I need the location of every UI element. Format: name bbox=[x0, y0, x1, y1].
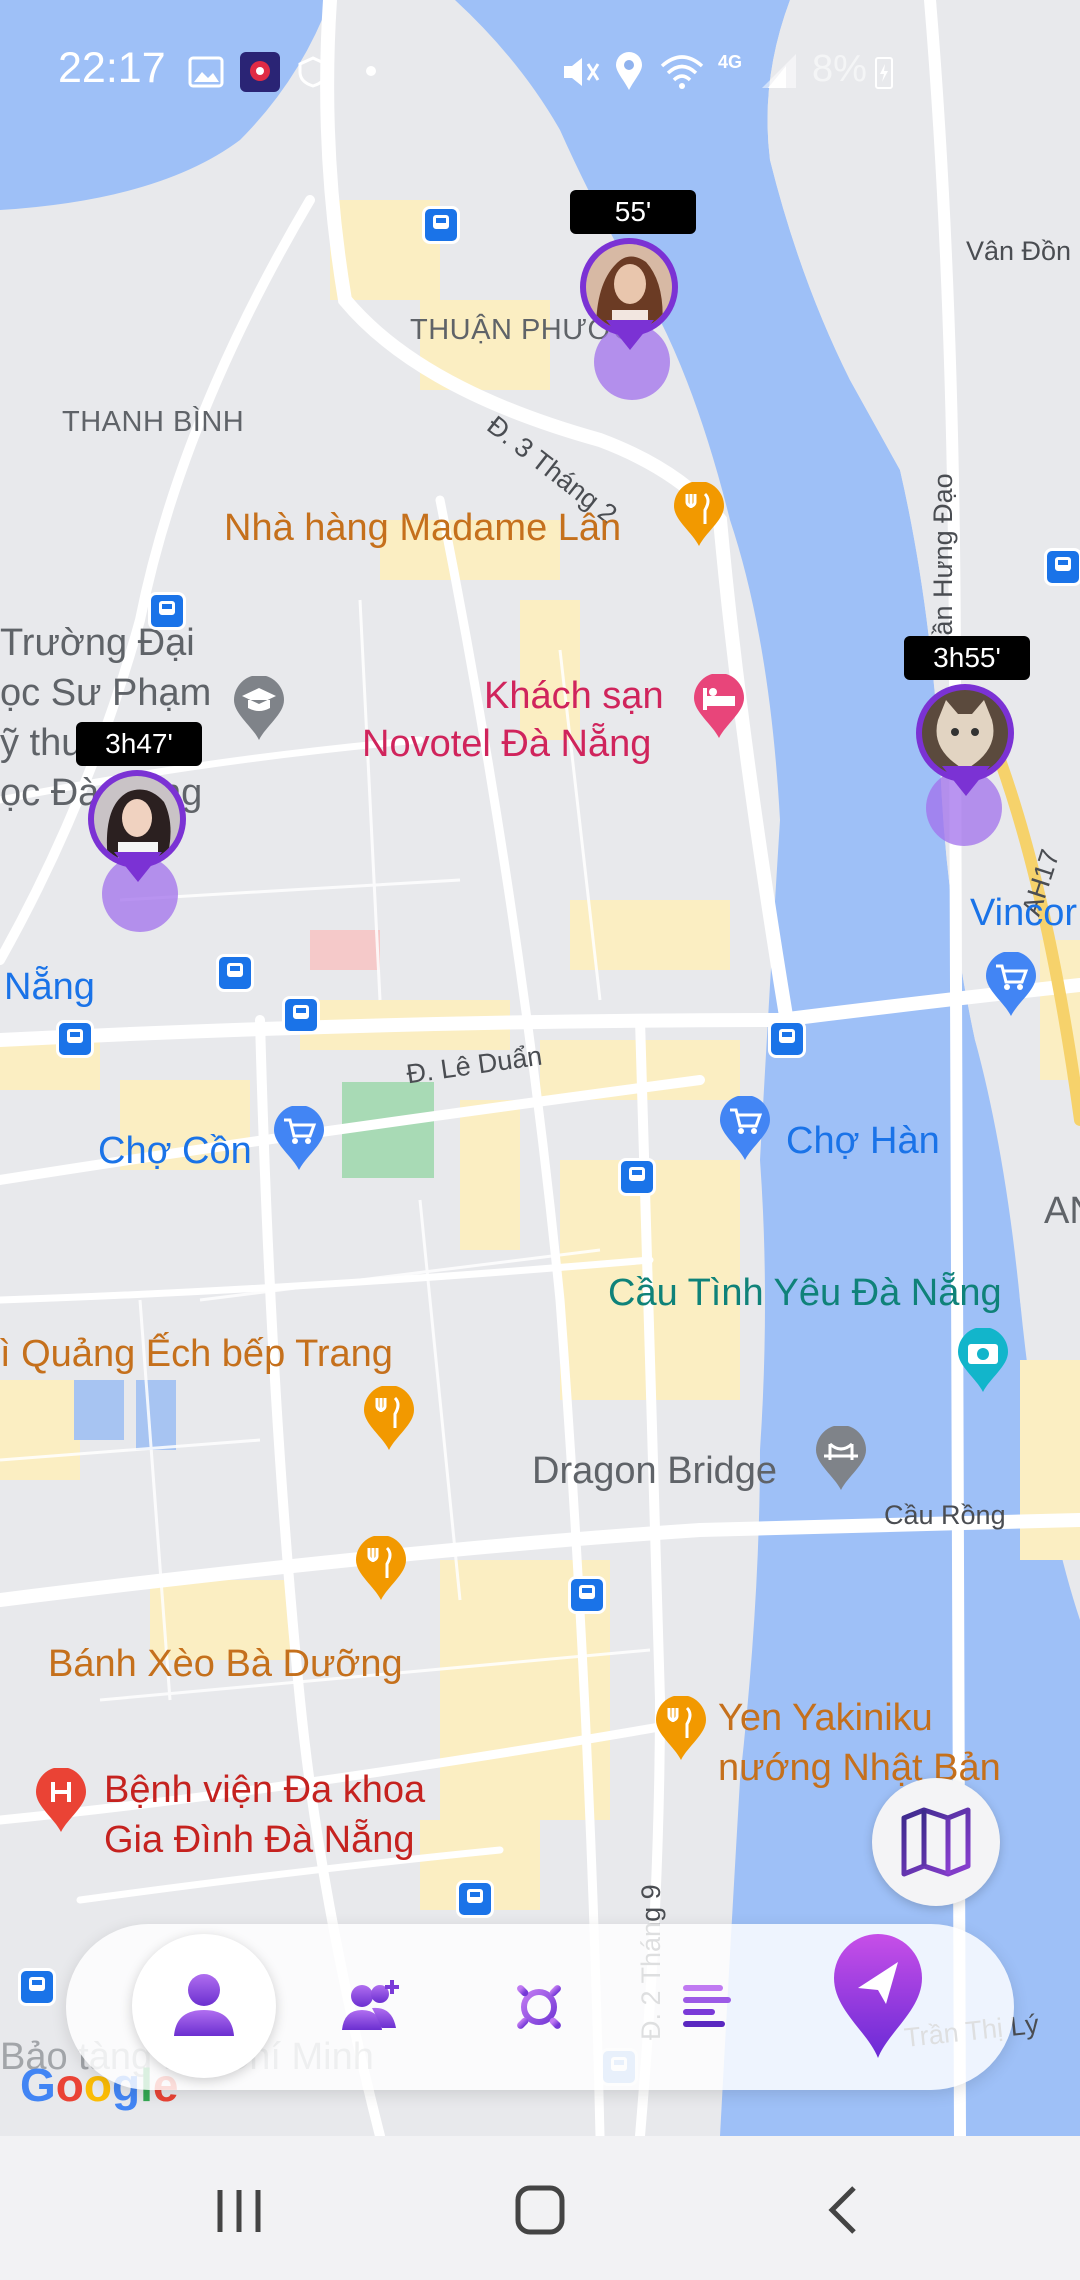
bus-stop-icon[interactable] bbox=[56, 1020, 94, 1058]
restaurant-pin-icon-mi-quang[interactable] bbox=[362, 1386, 416, 1452]
bus-stop-icon[interactable] bbox=[618, 1158, 656, 1196]
bus-stop-icon[interactable] bbox=[282, 996, 320, 1034]
user-avatar-image bbox=[922, 690, 1008, 776]
poi-label-yakiniku-line1[interactable]: Yen Yakiniku bbox=[718, 1694, 933, 1742]
poi-label-mi-quang[interactable]: ì Quảng Ếch bếp Trang bbox=[0, 1330, 393, 1378]
bus-stop-icon[interactable] bbox=[568, 1576, 606, 1614]
notification-dot-icon bbox=[366, 66, 376, 76]
poi-label-cho-con[interactable]: Chợ Cồn bbox=[98, 1130, 252, 1173]
place-label-am-partial: AN bbox=[1044, 1190, 1080, 1232]
user-avatar-pin bbox=[916, 684, 1014, 796]
user-avatar-pin bbox=[580, 238, 678, 350]
profile-button[interactable] bbox=[132, 1934, 276, 2078]
poi-label-novotel-line1[interactable]: Khách sạn bbox=[484, 672, 664, 720]
bus-stop-icon[interactable] bbox=[768, 1020, 806, 1058]
road-label-tran-hung-dao: Trần Hưng Đạo bbox=[928, 473, 958, 660]
bus-stop-icon[interactable] bbox=[148, 592, 186, 630]
user-avatar-image bbox=[586, 244, 672, 330]
signal-icon bbox=[762, 54, 796, 88]
user-avatar-pin bbox=[88, 770, 186, 882]
menu-icon[interactable] bbox=[682, 1982, 732, 2030]
profile-icon bbox=[174, 1974, 234, 2036]
poi-label-university-line2[interactable]: ọc Sư Phạm bbox=[0, 672, 211, 715]
add-friend-icon[interactable] bbox=[342, 1978, 402, 2034]
battery-text: 8% bbox=[812, 48, 867, 90]
poi-label-cau-tinh-yeu[interactable]: Cầu Tình Yêu Đà Nẵng bbox=[608, 1272, 1002, 1315]
restaurant-pin-icon[interactable] bbox=[672, 482, 726, 548]
network-type-label: 4G bbox=[718, 52, 743, 72]
area-label-thanh-binh: THANH BÌNH bbox=[62, 406, 245, 438]
wifi-icon bbox=[660, 55, 704, 89]
poi-label-hospital-line2[interactable]: Gia Đình Đà Nẵng bbox=[104, 1816, 415, 1864]
shopping-pin-icon-cho-han[interactable] bbox=[718, 1096, 772, 1162]
recent-apps-icon[interactable] bbox=[212, 2186, 266, 2236]
poi-label-vincom-partial[interactable]: Vincor bbox=[970, 892, 1077, 935]
road-label-cau-rong: Cầu Rồng bbox=[884, 1500, 1006, 1530]
user-time-label: 55' bbox=[570, 190, 696, 234]
map-toggle-button[interactable] bbox=[872, 1778, 1000, 1906]
restaurant-pin-icon-yakiniku[interactable] bbox=[654, 1696, 708, 1762]
hotel-pin-icon[interactable] bbox=[692, 674, 746, 740]
poi-label-dragon-bridge[interactable]: Dragon Bridge bbox=[532, 1450, 777, 1493]
app-location-icon bbox=[240, 52, 280, 92]
mute-icon bbox=[564, 58, 600, 86]
shopping-pin-icon-vincom[interactable] bbox=[984, 952, 1038, 1018]
poi-label-university-line4[interactable]: ọc Đà bbox=[0, 772, 99, 815]
place-label-nang-partial: Nẵng bbox=[4, 966, 95, 1008]
poi-label-cho-han[interactable]: Chợ Hàn bbox=[786, 1120, 940, 1163]
shopping-pin-icon-cho-con[interactable] bbox=[272, 1106, 326, 1172]
school-pin-icon[interactable] bbox=[232, 676, 286, 742]
poi-label-hospital-line1[interactable]: Bệnh viện Đa khoa bbox=[104, 1766, 425, 1814]
user-time-label: 3h55' bbox=[904, 636, 1030, 680]
back-icon[interactable] bbox=[824, 2184, 864, 2236]
shield-icon bbox=[298, 56, 328, 88]
bus-stop-icon[interactable] bbox=[422, 206, 460, 244]
system-navigation-bar bbox=[0, 2136, 1080, 2280]
settings-icon[interactable] bbox=[510, 1978, 568, 2036]
bus-stop-icon[interactable] bbox=[18, 1968, 56, 2006]
map-icon bbox=[901, 1807, 971, 1877]
restaurant-pin-icon-banh-xeo[interactable] bbox=[354, 1536, 408, 1602]
location-icon bbox=[616, 52, 642, 90]
status-time: 22:17 bbox=[58, 44, 166, 92]
battery-icon bbox=[875, 57, 893, 89]
road-label-van-don: Vân Đồn bbox=[966, 236, 1072, 266]
poi-label-banh-xeo[interactable]: Bánh Xèo Bà Dưỡng bbox=[48, 1640, 403, 1688]
poi-label-madame-lan[interactable]: Nhà hàng Madame Lân bbox=[224, 504, 621, 552]
bus-stop-icon[interactable] bbox=[456, 1880, 494, 1918]
camera-pin-icon[interactable] bbox=[956, 1328, 1010, 1394]
poi-label-novotel-line2[interactable]: Novotel Đà Nẵng bbox=[362, 720, 651, 768]
status-bar: 22:17 4G 8% bbox=[0, 0, 1080, 140]
poi-label-university-line3[interactable]: ỹ thu bbox=[0, 722, 82, 765]
home-icon[interactable] bbox=[514, 2184, 566, 2236]
bridge-pin-icon[interactable] bbox=[814, 1426, 868, 1492]
user-avatar-image bbox=[94, 776, 180, 862]
navigate-button[interactable] bbox=[830, 1932, 926, 2060]
user-time-label: 3h47' bbox=[76, 722, 202, 766]
bus-stop-icon[interactable] bbox=[216, 954, 254, 992]
image-icon bbox=[188, 56, 224, 88]
hospital-pin-icon[interactable] bbox=[34, 1768, 88, 1834]
bus-stop-icon[interactable] bbox=[1044, 548, 1080, 586]
